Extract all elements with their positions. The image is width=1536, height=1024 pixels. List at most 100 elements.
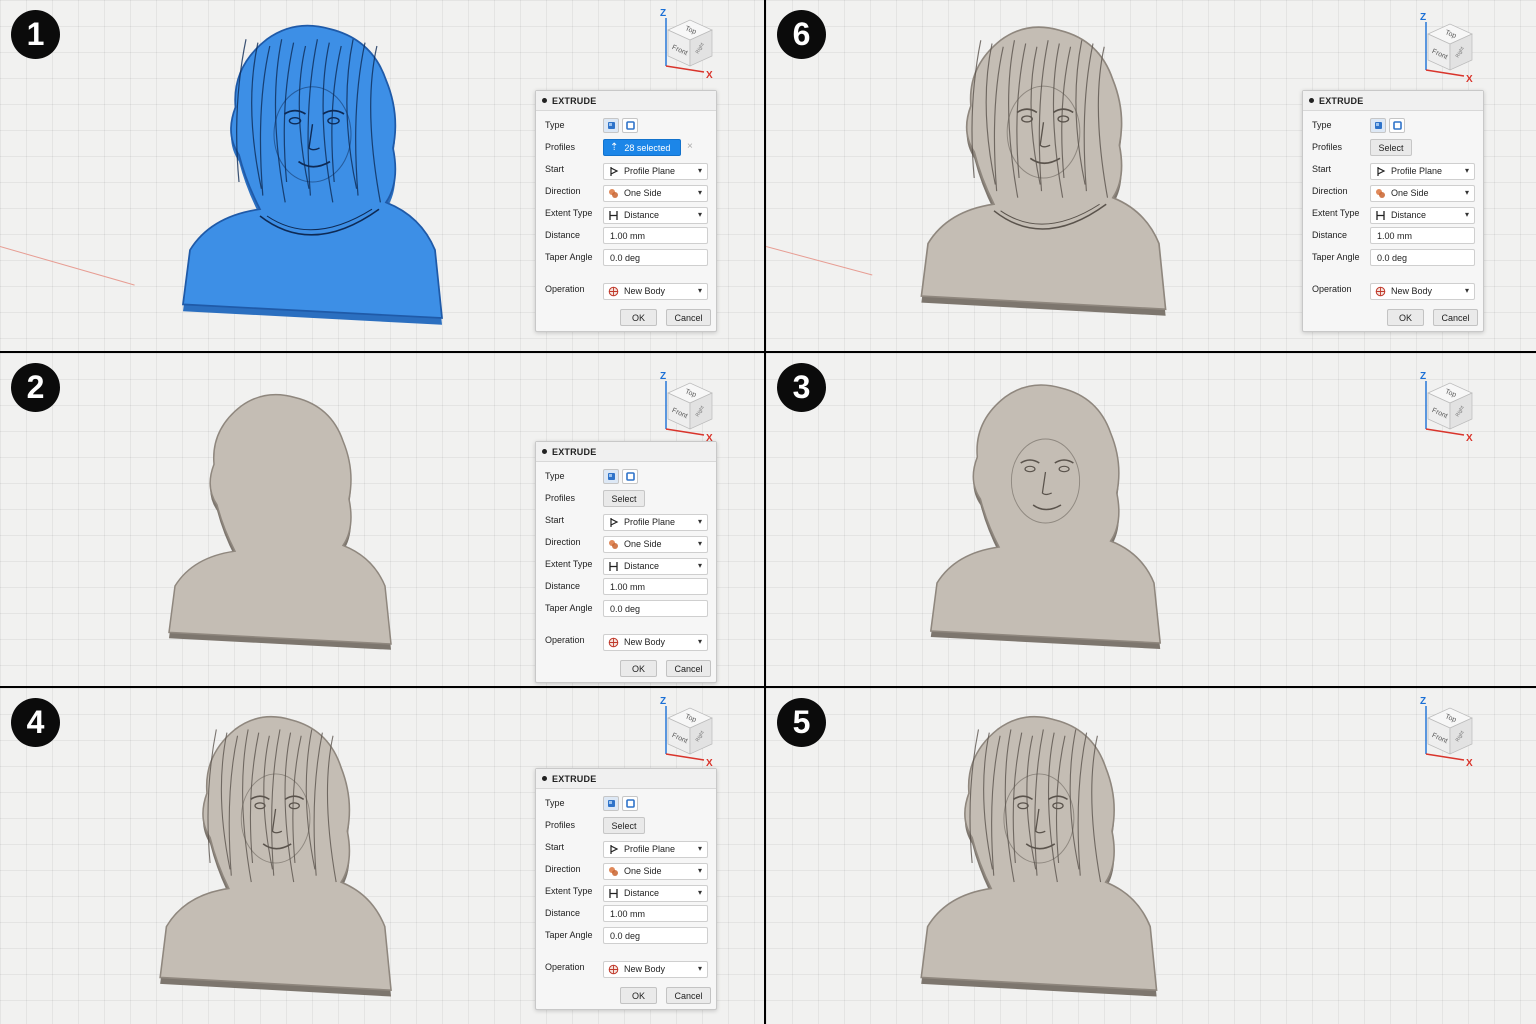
- direction-row: Direction One Side ▾: [536, 181, 718, 202]
- extent-type-label: Extent Type: [545, 559, 593, 569]
- view-cube[interactable]: Top Front Right Z X: [656, 696, 718, 769]
- extent-type-dropdown[interactable]: Distance ▾: [603, 884, 708, 902]
- extent-type-dropdown[interactable]: Distance ▾: [603, 557, 708, 575]
- cancel-button[interactable]: Cancel: [666, 987, 711, 1004]
- start-dropdown[interactable]: Profile Plane ▾: [603, 513, 708, 531]
- cancel-button[interactable]: Cancel: [666, 660, 711, 677]
- operation-dropdown[interactable]: New Body ▾: [603, 633, 708, 651]
- collapse-dot-icon[interactable]: [542, 98, 547, 103]
- collapse-dot-icon[interactable]: [542, 449, 547, 454]
- solid-extrude-icon[interactable]: [603, 796, 619, 811]
- distance-label: Distance: [545, 908, 581, 918]
- operation-dropdown[interactable]: New Body ▾: [603, 282, 708, 300]
- extent-type-label: Extent Type: [545, 208, 593, 218]
- type-row: Type: [536, 115, 718, 135]
- operation-label: Operation: [1312, 284, 1352, 294]
- distance-input[interactable]: 1.00 mm: [603, 905, 708, 922]
- profiles-select-button[interactable]: Select: [603, 490, 645, 507]
- operation-label: Operation: [545, 284, 585, 294]
- solid-extrude-icon[interactable]: [603, 469, 619, 484]
- portrait-relief-model[interactable]: [864, 704, 1182, 1024]
- distance-input[interactable]: 1.00 mm: [603, 578, 708, 595]
- start-dropdown[interactable]: Profile Plane ▾: [603, 840, 708, 858]
- start-label: Start: [1312, 164, 1332, 174]
- solid-extrude-icon[interactable]: [1370, 118, 1386, 133]
- relief-graphic: [168, 393, 392, 650]
- type-label: Type: [545, 471, 565, 481]
- taper-angle-input[interactable]: 0.0 deg: [603, 249, 708, 266]
- taper-angle-input[interactable]: 0.0 deg: [603, 927, 708, 944]
- extent-type-value: Distance: [624, 888, 660, 898]
- portrait-relief-model[interactable]: [115, 383, 415, 678]
- operation-value: New Body: [624, 286, 666, 296]
- taper-angle-input[interactable]: 0.0 deg: [603, 600, 708, 617]
- profiles-select-button[interactable]: Select: [1370, 139, 1412, 156]
- distance-row: Distance 1.00 mm: [536, 903, 718, 923]
- operation-dropdown[interactable]: New Body ▾: [1370, 282, 1475, 300]
- chevron-down-icon: ▾: [697, 285, 702, 295]
- portrait-relief-model[interactable]: [104, 704, 416, 1024]
- thin-extrude-icon[interactable]: [622, 469, 638, 484]
- z-axis-label: Z: [660, 8, 666, 19]
- operation-dropdown[interactable]: New Body ▾: [603, 960, 708, 978]
- thin-extrude-icon[interactable]: [622, 796, 638, 811]
- z-axis-label: Z: [1420, 371, 1426, 382]
- extent-type-dropdown[interactable]: Distance ▾: [603, 206, 708, 224]
- chevron-down-icon: ▾: [697, 560, 702, 570]
- dialog-header[interactable]: EXTRUDE: [536, 442, 716, 462]
- extent-type-value: Distance: [624, 561, 660, 571]
- dialog-header[interactable]: EXTRUDE: [1303, 91, 1483, 111]
- direction-dropdown[interactable]: One Side ▾: [603, 862, 708, 880]
- taper-angle-input[interactable]: 0.0 deg: [1370, 249, 1475, 266]
- profiles-selection-button[interactable]: ⇡ 28 selected: [603, 139, 681, 156]
- start-label: Start: [545, 842, 565, 852]
- start-dropdown[interactable]: Profile Plane ▾: [603, 162, 708, 180]
- view-cube[interactable]: Top Front Right Z X: [656, 371, 718, 444]
- start-value: Profile Plane: [624, 844, 676, 854]
- portrait-relief-model[interactable]: [862, 14, 1192, 347]
- view-cube-icon: Top Front Right Z X: [660, 8, 713, 81]
- view-cube[interactable]: Top Front Right Z X: [656, 8, 718, 81]
- distance-input[interactable]: 1.00 mm: [603, 227, 708, 244]
- operation-value: New Body: [624, 637, 666, 647]
- taper-angle-label: Taper Angle: [545, 603, 593, 613]
- collapse-dot-icon[interactable]: [1309, 98, 1314, 103]
- thin-extrude-icon[interactable]: [1389, 118, 1405, 133]
- extent-type-dropdown[interactable]: Distance ▾: [1370, 206, 1475, 224]
- step-number: 2: [26, 369, 45, 405]
- distance-input[interactable]: 1.00 mm: [1370, 227, 1475, 244]
- cancel-button[interactable]: Cancel: [666, 309, 711, 326]
- x-axis-label: X: [1466, 758, 1473, 768]
- ok-button[interactable]: OK: [620, 309, 657, 326]
- ok-button[interactable]: OK: [620, 660, 657, 677]
- view-cube[interactable]: Top Front Right Z X: [1416, 696, 1478, 769]
- relief-graphic: [929, 384, 1162, 649]
- profiles-select-button[interactable]: Select: [603, 817, 645, 834]
- dialog-title: EXTRUDE: [552, 446, 597, 457]
- taper-angle-label: Taper Angle: [1312, 252, 1360, 262]
- start-dropdown[interactable]: Profile Plane ▾: [1370, 162, 1475, 180]
- direction-dropdown[interactable]: One Side ▾: [603, 535, 708, 553]
- dialog-header[interactable]: EXTRUDE: [536, 769, 716, 789]
- profiles-control: Select: [603, 490, 645, 507]
- extrude-dialog: EXTRUDE Type Profiles Select Start Profi…: [535, 441, 717, 683]
- distance-row: Distance 1.00 mm: [536, 225, 718, 245]
- cancel-button[interactable]: Cancel: [1433, 309, 1478, 326]
- profiles-control: Select: [1370, 139, 1412, 156]
- chevron-down-icon: ▾: [697, 843, 702, 853]
- view-cube[interactable]: Top Front Right Z X: [1416, 12, 1478, 85]
- clear-selection-icon[interactable]: ×: [687, 141, 693, 152]
- direction-label: Direction: [545, 537, 581, 547]
- dialog-header[interactable]: EXTRUDE: [536, 91, 716, 111]
- collapse-dot-icon[interactable]: [542, 776, 547, 781]
- ok-button[interactable]: OK: [620, 987, 657, 1004]
- thin-extrude-icon[interactable]: [622, 118, 638, 133]
- view-cube[interactable]: Top Front Right Z X: [1416, 371, 1478, 444]
- direction-label: Direction: [545, 864, 581, 874]
- portrait-relief-model[interactable]: [875, 373, 1185, 678]
- direction-dropdown[interactable]: One Side ▾: [1370, 184, 1475, 202]
- solid-extrude-icon[interactable]: [603, 118, 619, 133]
- direction-dropdown[interactable]: One Side ▾: [603, 184, 708, 202]
- ok-button[interactable]: OK: [1387, 309, 1424, 326]
- portrait-relief-model[interactable]: [120, 12, 470, 351]
